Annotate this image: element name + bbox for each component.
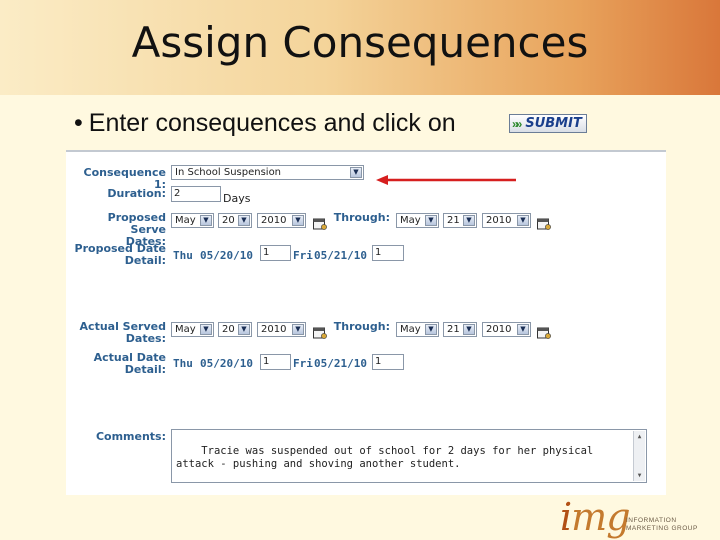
actual-end-day: 21 (447, 324, 460, 335)
submit-label: SUBMIT (525, 116, 582, 131)
actual-dates-label: Actual Served Dates: (70, 321, 166, 345)
proposed-start-year-select[interactable]: 2010 ▼ (257, 213, 306, 228)
consequence-select[interactable]: In School Suspension ▼ (171, 165, 364, 180)
proposed-detail-label-line2: Detail: (124, 254, 166, 267)
proposed-end-year-select[interactable]: 2010 ▼ (482, 213, 531, 228)
proposed-through-label: Through: (333, 211, 390, 224)
actual-detail-label: Actual Date Detail: (70, 352, 166, 376)
proposed-detail-day1-name: Thu (173, 249, 193, 262)
proposed-end-day: 21 (447, 215, 460, 226)
actual-end-month-select[interactable]: May ▼ (396, 322, 439, 337)
img-logo: img (560, 495, 631, 539)
actual-end-month: May (400, 324, 421, 335)
actual-start-year-select[interactable]: 2010 ▼ (257, 322, 306, 337)
actual-start-year: 2010 (261, 324, 287, 335)
proposed-detail-day2-input[interactable]: 1 (372, 245, 404, 261)
actual-end-day-select[interactable]: 21 ▼ (443, 322, 477, 337)
actual-end-year: 2010 (486, 324, 512, 335)
duration-label: Duration: (107, 187, 166, 200)
consequence-form-panel: Consequence 1: In School Suspension ▼ Du… (66, 150, 666, 495)
comments-scrollbar[interactable]: ▲ ▼ (633, 431, 645, 481)
dropdown-arrow-icon: ▼ (517, 324, 529, 335)
dropdown-arrow-icon: ▼ (200, 215, 212, 226)
slide-title: Assign Consequences (131, 18, 589, 67)
proposed-end-year: 2010 (486, 215, 512, 226)
calendar-icon[interactable] (537, 217, 551, 230)
proposed-start-month: May (175, 215, 196, 226)
actual-start-day: 20 (222, 324, 235, 335)
proposed-dates-label-line1: Proposed Serve (107, 211, 166, 236)
dropdown-arrow-icon: ▼ (350, 167, 362, 178)
proposed-end-day-select[interactable]: 21 ▼ (443, 213, 477, 228)
dropdown-arrow-icon: ▼ (517, 215, 529, 226)
proposed-detail-day1-input[interactable]: 1 (260, 245, 291, 261)
logo-mark-i: i (560, 495, 572, 539)
dropdown-arrow-icon: ▼ (238, 324, 250, 335)
actual-start-month-select[interactable]: May ▼ (171, 322, 214, 337)
actual-end-year-select[interactable]: 2010 ▼ (482, 322, 531, 337)
duration-unit: Days (223, 192, 251, 205)
actual-detail-day1-input[interactable]: 1 (260, 354, 291, 370)
logo-subtitle: INFORMATION MARKETING GROUP (626, 517, 698, 533)
scroll-down-icon[interactable]: ▼ (635, 471, 644, 480)
actual-detail-day1-date: 05/20/10 (200, 357, 253, 370)
actual-start-month: May (175, 324, 196, 335)
actual-detail-day2-input[interactable]: 1 (372, 354, 404, 370)
bullet-text: Enter consequences and click on (88, 109, 456, 137)
actual-detail-day2-date: 05/21/10 (314, 357, 367, 370)
proposed-end-month: May (400, 215, 421, 226)
proposed-detail-day1-date: 05/20/10 (200, 249, 253, 262)
logo-line2: MARKETING GROUP (626, 525, 698, 532)
proposed-start-year: 2010 (261, 215, 287, 226)
proposed-detail-label: Proposed Date Detail: (70, 243, 166, 267)
logo-mark-rest: mg (571, 495, 630, 539)
dropdown-arrow-icon: ▼ (200, 324, 212, 335)
dropdown-arrow-icon: ▼ (463, 324, 475, 335)
dropdown-arrow-icon: ▼ (292, 324, 304, 335)
consequence-value: In School Suspension (175, 167, 282, 178)
actual-detail-label-line2: Detail: (124, 363, 166, 376)
dropdown-arrow-icon: ▼ (425, 324, 437, 335)
bullet-text-row: • Enter consequences and click on (74, 109, 456, 138)
dropdown-arrow-icon: ▼ (425, 215, 437, 226)
actual-dates-label-line2: Dates: (125, 332, 166, 345)
actual-detail-day2-name: Fri (293, 357, 313, 370)
dropdown-arrow-icon: ▼ (238, 215, 250, 226)
proposed-detail-day2-date: 05/21/10 (314, 249, 367, 262)
red-arrow-icon (376, 175, 516, 185)
proposed-start-day: 20 (222, 215, 235, 226)
submit-arrow-icon: »» (512, 116, 523, 131)
calendar-icon[interactable] (537, 326, 551, 339)
actual-start-day-select[interactable]: 20 ▼ (218, 322, 252, 337)
proposed-end-month-select[interactable]: May ▼ (396, 213, 439, 228)
comments-textarea[interactable]: Tracie was suspended out of school for 2… (171, 429, 647, 483)
actual-through-label: Through: (333, 320, 390, 333)
proposed-start-month-select[interactable]: May ▼ (171, 213, 214, 228)
duration-input[interactable]: 2 (171, 186, 221, 202)
proposed-detail-day2-name: Fri (293, 249, 313, 262)
comments-label: Comments: (95, 430, 166, 443)
proposed-start-day-select[interactable]: 20 ▼ (218, 213, 252, 228)
logo-line1: INFORMATION (626, 517, 677, 524)
scroll-up-icon[interactable]: ▲ (635, 432, 644, 441)
bullet-mark: • (74, 109, 83, 137)
actual-detail-day1-name: Thu (173, 357, 193, 370)
dropdown-arrow-icon: ▼ (292, 215, 304, 226)
dropdown-arrow-icon: ▼ (463, 215, 475, 226)
submit-button[interactable]: »» SUBMIT (509, 114, 587, 133)
comments-text: Tracie was suspended out of school for 2… (176, 445, 594, 470)
